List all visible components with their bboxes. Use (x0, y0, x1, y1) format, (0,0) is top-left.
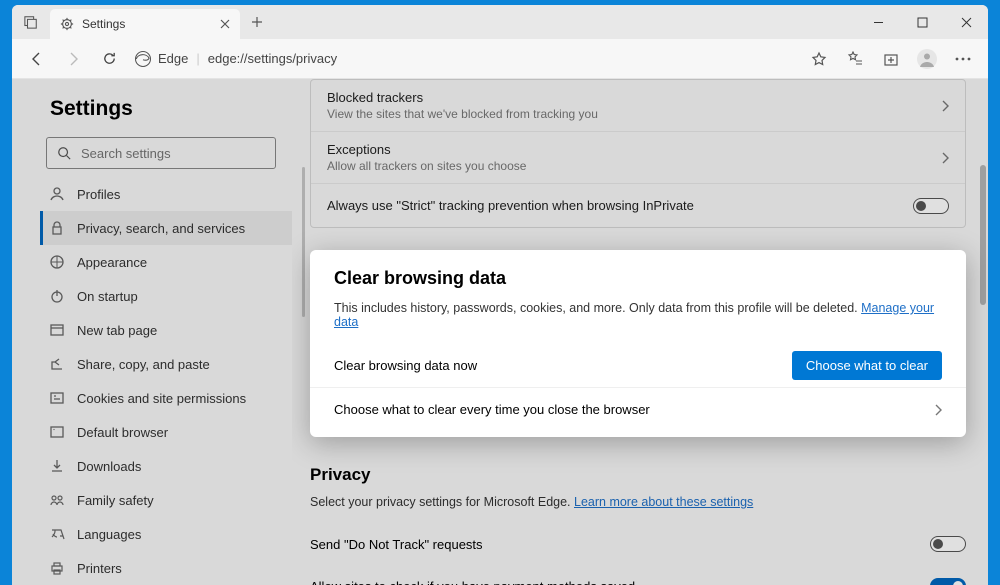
clear-data-now-row: Clear browsing data now Choose what to c… (310, 343, 966, 387)
choose-what-to-clear-button[interactable]: Choose what to clear (792, 351, 942, 380)
download-icon (49, 458, 65, 474)
privacy-description: Select your privacy settings for Microso… (310, 495, 966, 509)
address-identity: Edge (158, 51, 188, 66)
refresh-button[interactable] (92, 43, 126, 75)
clear-browsing-data-section: Clear browsing data This includes histor… (310, 250, 966, 437)
favorite-button[interactable] (802, 43, 836, 75)
favorites-list-button[interactable] (838, 43, 872, 75)
tracking-row[interactable]: Blocked trackersView the sites that we'v… (311, 80, 965, 131)
nav-item-default-browser[interactable]: Default browser (40, 415, 292, 449)
browser-tab[interactable]: Settings (50, 9, 240, 39)
titlebar: Settings (12, 5, 988, 39)
toolbar: Edge | edge://settings/privacy (12, 39, 988, 79)
privacy-row: Send "Do Not Track" requests (310, 523, 966, 565)
privacy-heading: Privacy (310, 465, 966, 485)
privacy-learn-more-link[interactable]: Learn more about these settings (574, 495, 753, 509)
nav-item-cookies-and-site-permissions[interactable]: Cookies and site permissions (40, 381, 292, 415)
nav-item-family-safety[interactable]: Family safety (40, 483, 292, 517)
toggle[interactable] (930, 578, 966, 585)
nav-item-profiles[interactable]: Profiles (40, 177, 292, 211)
browser-icon (49, 424, 65, 440)
main-scrollbar[interactable] (978, 155, 988, 585)
lock-icon (49, 220, 65, 236)
tracking-row[interactable]: ExceptionsAllow all trackers on sites yo… (311, 131, 965, 183)
settings-main: Blocked trackersView the sites that we'v… (292, 79, 988, 585)
clear-data-heading: Clear browsing data (334, 268, 942, 289)
privacy-row: Allow sites to check if you have payment… (310, 565, 966, 585)
back-button[interactable] (20, 43, 54, 75)
chevron-right-icon (941, 152, 949, 164)
nav-item-printers[interactable]: Printers (40, 551, 292, 585)
nav-item-on-startup[interactable]: On startup (40, 279, 292, 313)
minimize-button[interactable] (856, 5, 900, 39)
toggle[interactable] (913, 198, 949, 214)
language-icon (49, 526, 65, 542)
clear-on-close-row[interactable]: Choose what to clear every time you clos… (310, 387, 966, 431)
clear-data-description: This includes history, passwords, cookie… (334, 301, 942, 329)
address-bar[interactable]: Edge | edge://settings/privacy (134, 44, 794, 74)
nav-item-downloads[interactable]: Downloads (40, 449, 292, 483)
chevron-right-icon (941, 100, 949, 112)
more-button[interactable] (946, 43, 980, 75)
nav-item-share-copy-and-paste[interactable]: Share, copy, and paste (40, 347, 292, 381)
search-input[interactable] (81, 146, 265, 161)
nav-item-privacy-search-and-services[interactable]: Privacy, search, and services (40, 211, 292, 245)
chevron-right-icon (934, 404, 942, 416)
profile-button[interactable] (910, 43, 944, 75)
newtab-icon (49, 322, 65, 338)
tab-title: Settings (82, 17, 125, 31)
appearance-icon (49, 254, 65, 270)
tracking-prevention-card: Blocked trackersView the sites that we'v… (310, 79, 966, 228)
forward-button[interactable] (56, 43, 90, 75)
profile-icon (49, 186, 65, 202)
tab-close-button[interactable] (220, 19, 230, 29)
share-icon (49, 356, 65, 372)
edge-logo-icon (134, 50, 152, 68)
close-window-button[interactable] (944, 5, 988, 39)
address-url: edge://settings/privacy (208, 51, 337, 66)
search-settings[interactable] (46, 137, 276, 169)
settings-heading: Settings (50, 97, 292, 121)
power-icon (49, 288, 65, 304)
toggle[interactable] (930, 536, 966, 552)
maximize-button[interactable] (900, 5, 944, 39)
cookie-icon (49, 390, 65, 406)
collections-button[interactable] (874, 43, 908, 75)
nav-item-appearance[interactable]: Appearance (40, 245, 292, 279)
tab-actions-button[interactable] (12, 5, 50, 39)
tracking-row: Always use "Strict" tracking prevention … (311, 183, 965, 227)
family-icon (49, 492, 65, 508)
settings-sidebar: Settings ProfilesPrivacy, search, and se… (12, 79, 292, 585)
new-tab-button[interactable] (240, 5, 274, 39)
nav-item-languages[interactable]: Languages (40, 517, 292, 551)
search-icon (57, 146, 71, 160)
gear-icon (60, 17, 74, 31)
printer-icon (49, 560, 65, 576)
nav-item-new-tab-page[interactable]: New tab page (40, 313, 292, 347)
